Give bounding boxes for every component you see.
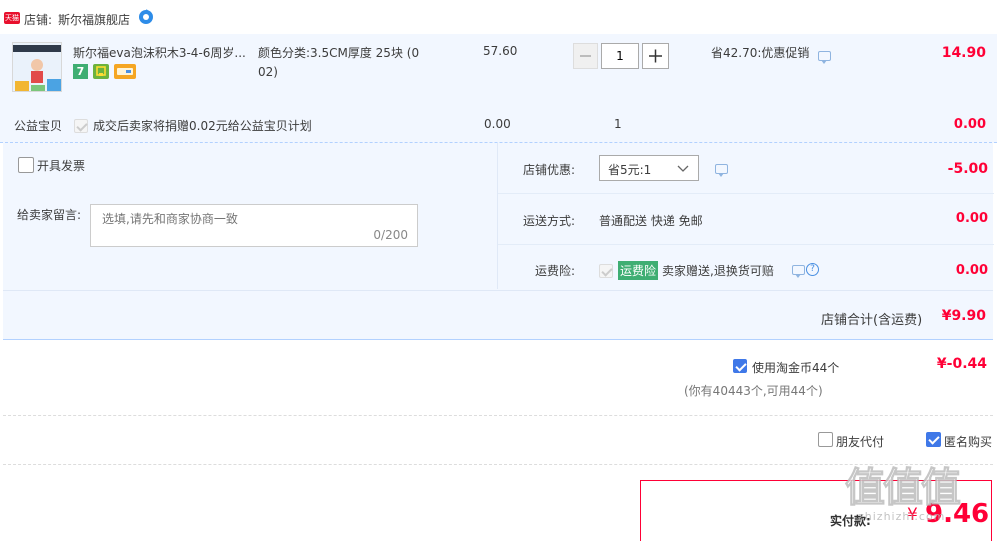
quantity-input[interactable] — [601, 43, 639, 69]
shop-discount-label: 店铺优惠: — [523, 163, 576, 177]
charity-subtotal: 0.00 — [953, 117, 986, 132]
coins-amount: ¥-0.44 — [936, 356, 987, 372]
shop-discount-select[interactable]: 省5元:1 — [599, 155, 699, 181]
plus-icon — [649, 49, 662, 63]
watermark: 值值值 — [845, 465, 962, 512]
promo-text: 省42.70:优惠促销 — [711, 46, 810, 60]
friend-pay-checkbox[interactable] — [818, 432, 833, 447]
coins-section: 使用淘金币44个 ¥-0.44 (你有40443个,可用44个) — [3, 342, 993, 416]
charity-qty: 1 — [614, 117, 622, 131]
help-icon[interactable]: ? — [806, 263, 819, 276]
message-input[interactable] — [91, 205, 417, 246]
shipping-text: 普通配送 快递 免邮 — [599, 214, 703, 228]
shipping-label: 运送方式: — [523, 214, 576, 228]
order-item-panel: 斯尔福eva泡沫积木3-4-6周岁... 7 颜色分类:3.5CM厚度 25块 … — [0, 34, 997, 143]
shop-contact-icon[interactable] — [138, 9, 154, 25]
seven-day-return-icon: 7 — [73, 64, 88, 79]
quantity-decrease-button[interactable] — [573, 43, 598, 69]
chat-bubble-icon[interactable] — [792, 265, 805, 278]
product-thumbnail[interactable] — [12, 42, 62, 92]
shipping-row: 运送方式: 普通配送 快递 免邮 0.00 — [498, 194, 994, 245]
options-right-column: 店铺优惠: 省5元:1 -5.00 运送方式: 普通配送 快递 免邮 0.00 … — [497, 143, 994, 289]
shop-total-row: 店铺合计(含运费) ¥9.90 — [3, 290, 993, 340]
insurance-amount: 0.00 — [955, 263, 988, 278]
message-box: 0/200 — [90, 204, 418, 247]
order-options-panel: 开具发票 给卖家留言: 0/200 店铺优惠: 省5元:1 -5.00 运送方式… — [3, 143, 994, 340]
unit-price: 57.60 — [483, 44, 518, 58]
shop-discount-selected: 省5元:1 — [608, 163, 652, 177]
sku-info: 颜色分类:3.5CM厚度 25块 (0 02) — [258, 44, 419, 82]
chevron-down-icon — [677, 165, 689, 172]
charity-checkbox — [74, 119, 88, 133]
shop-header: 天猫 店铺: 斯尔福旗舰店 — [0, 0, 997, 35]
charity-text: 成交后卖家将捐赠0.02元给公益宝贝计划 — [93, 119, 312, 133]
coins-checkbox[interactable] — [733, 359, 747, 373]
insurance-label: 运费险: — [535, 264, 576, 278]
charity-price: 0.00 — [484, 117, 511, 131]
shop-name-link[interactable]: 斯尔福旗舰店 — [58, 11, 130, 28]
shop-label: 店铺: — [24, 13, 53, 27]
quantity-increase-button[interactable] — [642, 43, 669, 69]
coins-note: (你有40443个,可用44个) — [684, 384, 823, 398]
sku-line-1: 颜色分类:3.5CM厚度 25块 (0 — [258, 46, 420, 60]
message-label: 给卖家留言: — [17, 208, 82, 222]
item-subtotal: 14.90 — [941, 45, 986, 61]
shipping-amount: 0.00 — [955, 211, 988, 226]
shop-discount-amount: -5.00 — [947, 161, 988, 177]
product-title-link[interactable]: 斯尔福eva泡沫积木3-4-6周岁... — [73, 44, 249, 61]
chat-bubble-icon[interactable] — [818, 51, 831, 64]
tmall-badge-icon: 天猫 — [4, 12, 20, 24]
anonymous-checkbox[interactable] — [926, 432, 941, 447]
anonymous-label: 匿名购买 — [944, 435, 993, 449]
message-counter: 0/200 — [373, 228, 408, 242]
sku-line-2: 02) — [258, 65, 278, 79]
friend-pay-label: 朋友代付 — [836, 435, 885, 449]
coins-label: 使用淘金币44个 — [752, 361, 840, 375]
invoice-checkbox[interactable] — [18, 157, 34, 173]
minus-icon — [580, 55, 591, 57]
shop-guarantee-icon — [93, 64, 109, 79]
insurance-checkbox — [599, 264, 613, 278]
watermark-sub: zhizhizhi.com — [858, 510, 946, 523]
invoice-label: 开具发票 — [37, 159, 86, 173]
charity-label: 公益宝贝 — [14, 119, 63, 133]
shop-total-label: 店铺合计(含运费) — [821, 313, 923, 328]
chat-bubble-icon[interactable] — [715, 164, 728, 177]
insurance-row: 运费险: 运费险 卖家赠送,退换货可赔 ? 0.00 — [498, 245, 994, 289]
insurance-text: 卖家赠送,退换货可赔 — [662, 264, 774, 278]
shop-total-amount: ¥9.90 — [941, 308, 986, 324]
quantity-stepper — [573, 43, 669, 69]
shop-discount-row: 店铺优惠: 省5元:1 -5.00 — [498, 143, 994, 194]
credit-card-icon — [114, 64, 136, 79]
insurance-tag: 运费险 — [618, 261, 659, 280]
